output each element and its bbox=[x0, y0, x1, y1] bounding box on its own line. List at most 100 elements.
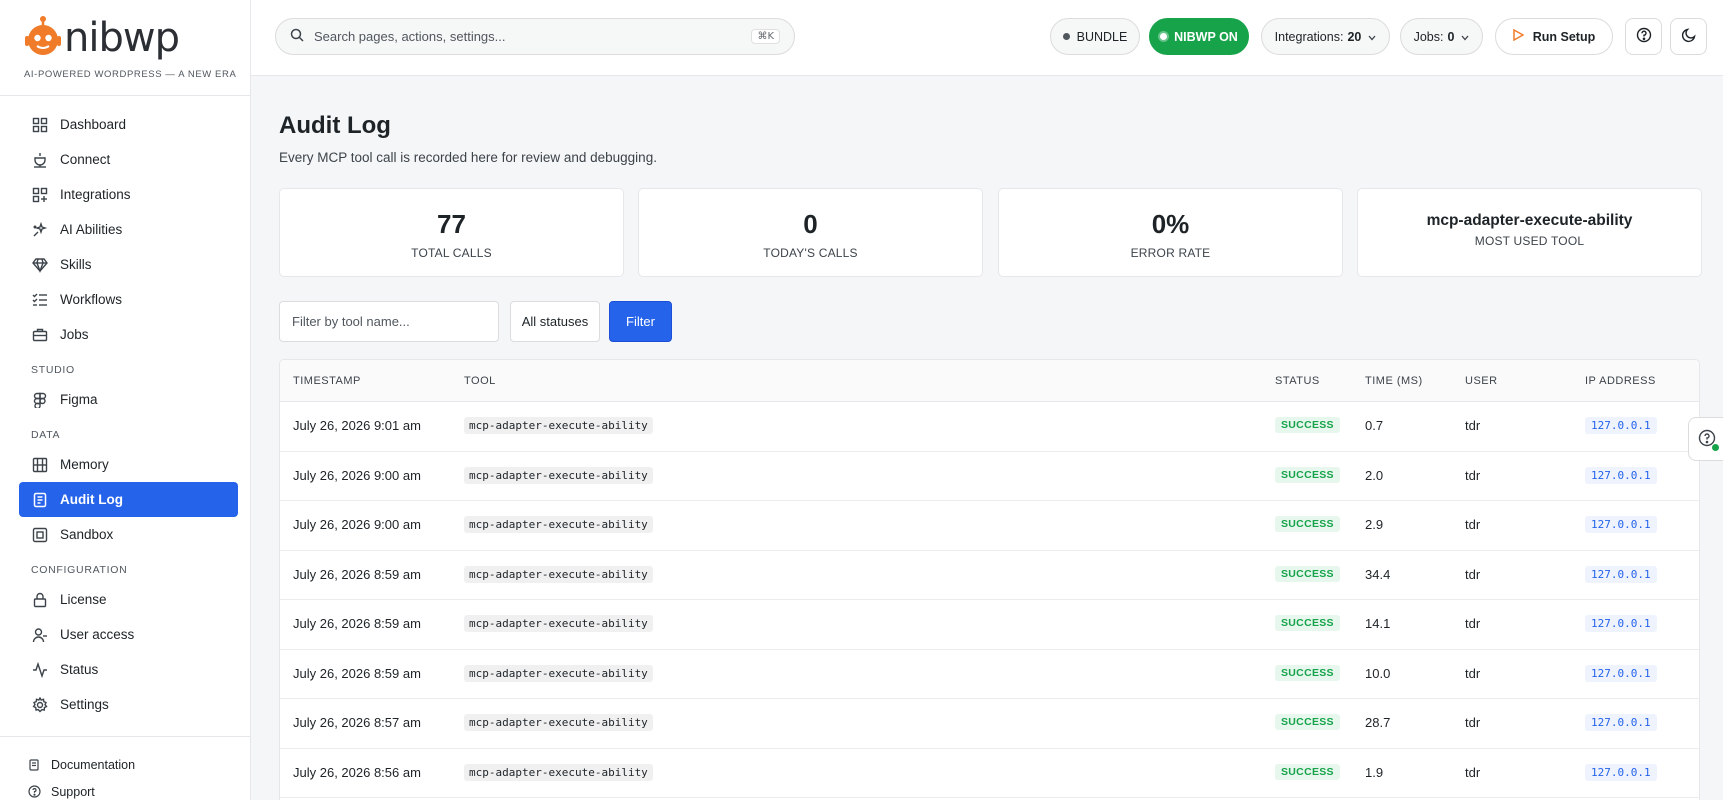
document-icon bbox=[31, 491, 49, 509]
cell-time: 2.9 bbox=[1365, 517, 1384, 532]
lock-icon bbox=[31, 591, 49, 609]
cell-time: 0.7 bbox=[1365, 418, 1384, 433]
support-link[interactable]: Support bbox=[27, 778, 250, 800]
column-header-tool[interactable]: TOOL bbox=[464, 375, 496, 387]
cell-ip: 127.0.0.1 bbox=[1585, 516, 1657, 533]
memory-icon bbox=[31, 456, 49, 474]
cell-tool: mcp-adapter-execute-ability bbox=[464, 664, 653, 682]
sidebar-item-figma[interactable]: Figma bbox=[19, 382, 238, 417]
column-header-user[interactable]: USER bbox=[1465, 375, 1498, 387]
cell-time: 28.7 bbox=[1365, 715, 1391, 730]
status-dot-icon bbox=[1160, 33, 1168, 40]
stat-card-error-rate: 0% ERROR RATE bbox=[998, 188, 1343, 277]
column-header-ip[interactable]: IP ADDRESS bbox=[1585, 375, 1656, 387]
cell-ip: 127.0.0.1 bbox=[1585, 565, 1657, 583]
chevron-down-icon bbox=[1461, 30, 1469, 44]
cell-timestamp: July 26, 2026 8:57 am bbox=[293, 715, 421, 730]
sidebar-section-configuration: CONFIGURATION bbox=[31, 564, 128, 576]
table-row[interactable]: July 26, 2026 8:59 am mcp-adapter-execut… bbox=[280, 600, 1699, 650]
sidebar-item-workflows[interactable]: Workflows bbox=[19, 282, 238, 317]
search-input[interactable] bbox=[314, 29, 734, 44]
cell-ip: 127.0.0.1 bbox=[1585, 664, 1657, 682]
cell-timestamp: July 26, 2026 8:59 am bbox=[293, 665, 421, 681]
brand-tagline: AI-POWERED WORDPRESS — A NEW ERA bbox=[24, 69, 237, 80]
bundle-dot-icon bbox=[1062, 33, 1070, 40]
page-subtitle: Every MCP tool call is recorded here for… bbox=[279, 150, 657, 165]
table-row[interactable]: July 26, 2026 8:59 am mcp-adapter-execut… bbox=[280, 650, 1699, 699]
sidebar-item-settings[interactable]: Settings bbox=[19, 687, 238, 722]
status-badge: SUCCESS bbox=[1275, 417, 1340, 433]
stat-value: 77 bbox=[437, 209, 466, 239]
sidebar-item-dashboard[interactable]: Dashboard bbox=[19, 107, 238, 142]
list-check-icon bbox=[31, 291, 49, 309]
sidebar-item-skills[interactable]: Skills bbox=[19, 247, 238, 282]
stat-label: TOTAL CALLS bbox=[411, 246, 492, 260]
status-badge: SUCCESS bbox=[1275, 466, 1340, 483]
documentation-link[interactable]: Documentation bbox=[27, 751, 250, 778]
sidebar-item-sandbox[interactable]: Sandbox bbox=[19, 517, 238, 552]
sidebar-item-license[interactable]: License bbox=[19, 582, 238, 617]
tool-filter-input[interactable] bbox=[279, 301, 499, 342]
table-row[interactable]: July 26, 2026 9:00 am mcp-adapter-execut… bbox=[280, 452, 1699, 501]
activity-icon bbox=[31, 661, 49, 679]
stat-value: 0 bbox=[803, 209, 818, 239]
filter-button[interactable]: Filter bbox=[609, 301, 672, 342]
table-row[interactable]: July 26, 2026 8:56 am mcp-adapter-execut… bbox=[280, 749, 1699, 798]
sidebar-item-connect[interactable]: Connect bbox=[19, 142, 238, 177]
help-button[interactable] bbox=[1625, 18, 1662, 55]
jobs-label: Jobs: bbox=[1413, 29, 1444, 44]
stat-card-today-calls: 0 TODAY'S CALLS bbox=[638, 188, 983, 277]
nibwp-on-toggle[interactable]: NIBWP ON bbox=[1149, 18, 1249, 55]
theme-toggle-button[interactable] bbox=[1670, 18, 1707, 55]
cell-timestamp: July 26, 2026 9:00 am bbox=[293, 517, 421, 532]
cell-time: 34.4 bbox=[1365, 566, 1391, 582]
table-row[interactable]: July 26, 2026 8:59 am mcp-adapter-execut… bbox=[280, 551, 1699, 600]
integrations-dropdown[interactable]: Integrations: 20 bbox=[1261, 18, 1390, 55]
sidebar-item-status[interactable]: Status bbox=[19, 652, 238, 687]
integrations-label: Integrations: bbox=[1274, 29, 1344, 44]
nibwp-on-label: NIBWP ON bbox=[1174, 29, 1238, 44]
cell-timestamp: July 26, 2026 8:59 am bbox=[293, 616, 421, 631]
sidebar-item-integrations[interactable]: Integrations bbox=[19, 177, 238, 212]
stat-card-most-used-tool: mcp-adapter-execute-ability MOST USED TO… bbox=[1357, 188, 1702, 277]
search-icon bbox=[290, 28, 304, 45]
table-row[interactable]: July 26, 2026 9:00 am mcp-adapter-execut… bbox=[280, 501, 1699, 551]
sidebar-item-memory[interactable]: Memory bbox=[19, 447, 238, 482]
cell-tool: mcp-adapter-execute-ability bbox=[464, 565, 653, 583]
brand-name: nibwp bbox=[64, 15, 180, 61]
column-header-timestamp[interactable]: TIMESTAMP bbox=[293, 375, 361, 387]
sidebar-item-ai-abilities[interactable]: AI Abilities bbox=[19, 212, 238, 247]
sidebar-item-jobs[interactable]: Jobs bbox=[19, 317, 238, 352]
sparkles-icon bbox=[31, 221, 49, 239]
moon-icon bbox=[1681, 27, 1697, 46]
book-icon bbox=[27, 758, 41, 772]
cell-ip: 127.0.0.1 bbox=[1585, 417, 1657, 434]
integrations-count: 20 bbox=[1347, 29, 1362, 44]
figma-icon bbox=[31, 391, 49, 409]
cell-ip: 127.0.0.1 bbox=[1585, 466, 1657, 484]
help-icon bbox=[1636, 27, 1652, 46]
sidebar-section-data: DATA bbox=[31, 429, 61, 441]
table-row[interactable]: July 26, 2026 8:57 am mcp-adapter-execut… bbox=[280, 699, 1699, 749]
sidebar: nibwp AI-POWERED WORDPRESS — A NEW ERA D… bbox=[0, 0, 251, 800]
run-setup-button[interactable]: Run Setup bbox=[1495, 18, 1613, 55]
sidebar-item-user-access[interactable]: User access bbox=[19, 617, 238, 652]
cell-time: 1.9 bbox=[1365, 764, 1384, 780]
column-header-status[interactable]: STATUS bbox=[1275, 375, 1320, 387]
gear-icon bbox=[31, 696, 49, 714]
table-row[interactable]: July 26, 2026 9:01 am mcp-adapter-execut… bbox=[280, 402, 1699, 452]
search-bar[interactable]: ⌘K bbox=[275, 18, 795, 55]
brand[interactable]: nibwp AI-POWERED WORDPRESS — A NEW ERA bbox=[0, 0, 250, 96]
floating-help-button[interactable] bbox=[1688, 417, 1723, 461]
jobs-dropdown[interactable]: Jobs: 0 bbox=[1400, 18, 1483, 55]
cell-user: tdr bbox=[1465, 665, 1481, 681]
gem-icon bbox=[31, 256, 49, 274]
bundle-badge[interactable]: BUNDLE bbox=[1050, 18, 1140, 55]
status-select[interactable]: All statuses bbox=[510, 301, 600, 342]
cell-tool: mcp-adapter-execute-ability bbox=[464, 466, 653, 484]
sidebar-item-audit-log[interactable]: Audit Log bbox=[19, 482, 238, 517]
sidebar-item-label: License bbox=[60, 592, 107, 607]
column-header-time[interactable]: TIME (MS) bbox=[1365, 375, 1423, 387]
cell-timestamp: July 26, 2026 8:59 am bbox=[293, 566, 421, 582]
sidebar-item-label: Audit Log bbox=[60, 492, 123, 507]
